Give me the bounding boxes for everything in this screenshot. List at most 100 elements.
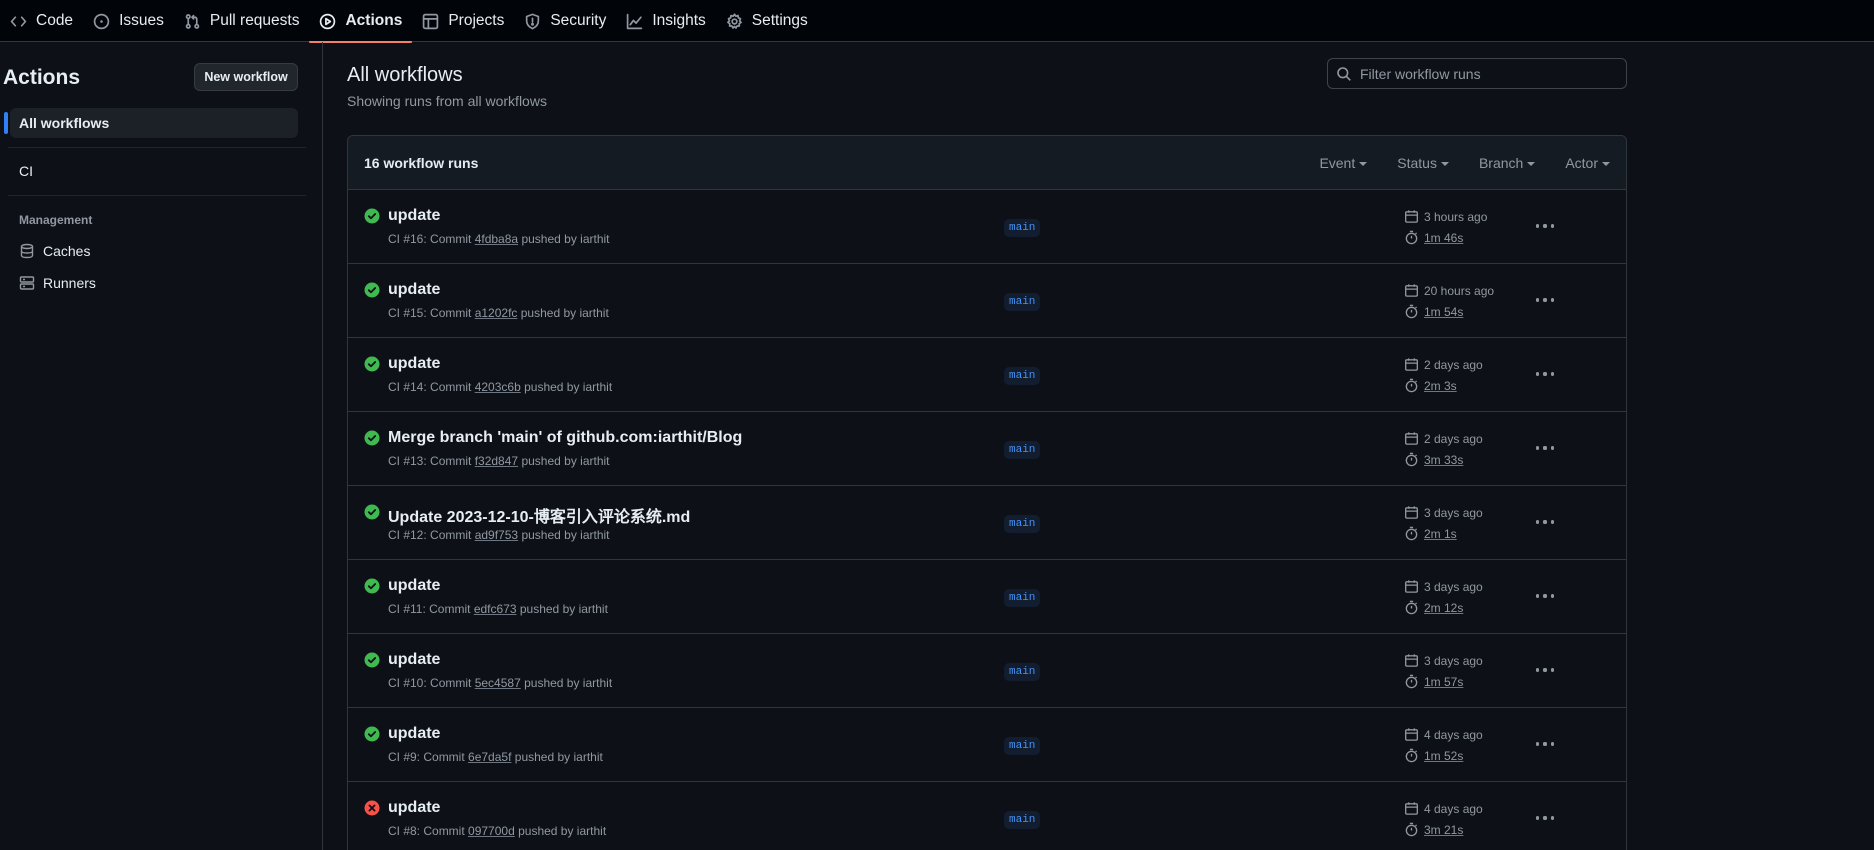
shield-icon [526, 13, 540, 29]
server-icon [19, 276, 35, 290]
kebab-horizontal-icon[interactable] [1534, 735, 1556, 753]
check-circle-fill-icon [364, 726, 380, 742]
run-title-link[interactable]: update [388, 577, 440, 595]
sidebar-item-runners[interactable]: Runners [10, 268, 298, 298]
run-timestamp: 4 days ago [1404, 727, 1483, 742]
tab-pull-requests[interactable]: Pull requests [174, 0, 310, 42]
run-timestamp: 3 hours ago [1404, 209, 1487, 224]
commit-sha-link[interactable]: 4203c6b [475, 380, 521, 394]
workflow-run-row[interactable]: Merge branch 'main' of github.com:iarthi… [348, 412, 1626, 486]
kebab-horizontal-icon[interactable] [1534, 439, 1556, 457]
sidebar-item-all-workflows[interactable]: All workflows [4, 108, 298, 138]
run-title-link[interactable]: update [388, 281, 440, 299]
workflow-run-row[interactable]: Update 2023-12-10-博客引入评论系统.md CI #12: Co… [348, 486, 1626, 560]
stopwatch-icon [1405, 600, 1418, 615]
run-duration-value: 1m 57s [1424, 674, 1464, 689]
run-timestamp: 20 hours ago [1404, 283, 1494, 298]
kebab-horizontal-icon[interactable] [1534, 661, 1556, 679]
run-pushed-by: pushed by iarthit [520, 306, 609, 320]
run-title-link[interactable]: update [388, 725, 440, 743]
run-title-link[interactable]: update [388, 207, 440, 225]
tab-insights[interactable]: Insights [616, 0, 715, 42]
branch-label[interactable]: main [1004, 663, 1041, 681]
workflow-run-row[interactable]: update CI #8: Commit 097700d pushed by i… [348, 782, 1626, 850]
tab-security-label: Security [550, 12, 607, 29]
check-circle-fill-icon [364, 578, 380, 594]
sidebar-item-ci[interactable]: CI [10, 156, 298, 186]
kebab-horizontal-icon[interactable] [1534, 513, 1556, 531]
tab-actions[interactable]: Actions [309, 0, 413, 43]
run-timestamp: 3 days ago [1404, 579, 1483, 594]
workflow-run-row[interactable]: update CI #9: Commit 6e7da5f pushed by i… [348, 708, 1626, 782]
calendar-icon [1405, 358, 1418, 371]
workflow-run-row[interactable]: update CI #11: Commit edfc673 pushed by … [348, 560, 1626, 634]
commit-sha-link[interactable]: 4fdba8a [475, 232, 518, 246]
actor-filter-dropdown[interactable]: Actor [1565, 155, 1610, 171]
branch-label[interactable]: main [1004, 219, 1041, 237]
run-title-link[interactable]: update [388, 355, 440, 373]
branch-label[interactable]: main [1004, 811, 1041, 829]
branch-label[interactable]: main [1004, 441, 1041, 459]
workflow-run-row[interactable]: update CI #15: Commit a1202fc pushed by … [348, 264, 1626, 338]
run-duration-value: 1m 52s [1424, 748, 1464, 763]
workflow-runs-list: 16 workflow runs Event Status Branch Act… [347, 135, 1627, 850]
kebab-horizontal-icon[interactable] [1534, 365, 1556, 383]
commit-sha-link[interactable]: ad9f753 [475, 528, 518, 542]
filter-input[interactable] [1360, 65, 1620, 82]
branch-label[interactable]: main [1004, 293, 1041, 311]
kebab-horizontal-icon[interactable] [1534, 291, 1556, 309]
filter-label: Event [1319, 155, 1356, 171]
branch-filter-dropdown[interactable]: Branch [1479, 155, 1536, 171]
tab-security[interactable]: Security [514, 0, 616, 42]
event-filter-dropdown[interactable]: Event [1319, 155, 1368, 171]
calendar-icon [1405, 210, 1418, 223]
run-pushed-by: pushed by iarthit [521, 232, 610, 246]
new-workflow-button[interactable]: New workflow [194, 63, 298, 91]
run-duration-value: 2m 3s [1424, 378, 1457, 393]
run-duration: 3m 33s [1404, 452, 1463, 467]
run-duration: 1m 46s [1404, 230, 1463, 245]
run-meta: CI #16: Commit 4fdba8a pushed by iarthit [388, 232, 610, 246]
branch-label[interactable]: main [1004, 367, 1041, 385]
stopwatch-icon [1405, 452, 1418, 467]
run-duration-value: 2m 1s [1424, 526, 1457, 541]
kebab-horizontal-icon[interactable] [1534, 809, 1556, 827]
status-filter-dropdown[interactable]: Status [1397, 155, 1449, 171]
commit-sha-link[interactable]: 5ec4587 [475, 676, 521, 690]
run-duration: 2m 12s [1404, 600, 1463, 615]
tab-settings[interactable]: Settings [716, 0, 818, 42]
workflow-run-row[interactable]: update CI #10: Commit 5ec4587 pushed by … [348, 634, 1626, 708]
kebab-horizontal-icon[interactable] [1534, 217, 1556, 235]
workflow-run-row[interactable]: update CI #16: Commit 4fdba8a pushed by … [348, 190, 1626, 264]
tab-projects[interactable]: Projects [412, 0, 514, 42]
run-title-link[interactable]: update [388, 799, 440, 817]
commit-sha-link[interactable]: edfc673 [474, 602, 517, 616]
commit-sha-link[interactable]: 6e7da5f [468, 750, 511, 764]
commit-sha-link[interactable]: f32d847 [475, 454, 518, 468]
run-when: 2 days ago [1424, 431, 1483, 446]
workflow-run-row[interactable]: update CI #14: Commit 4203c6b pushed by … [348, 338, 1626, 412]
branch-label[interactable]: main [1004, 737, 1041, 755]
sidebar-item-caches[interactable]: Caches [10, 236, 298, 266]
tab-issues[interactable]: Issues [83, 0, 174, 42]
commit-sha-link[interactable]: a1202fc [475, 306, 518, 320]
commit-sha-link[interactable]: 097700d [468, 824, 515, 838]
run-when: 4 days ago [1424, 727, 1483, 742]
sidebar-item-label: All workflows [19, 115, 110, 131]
management-heading: Management [19, 213, 93, 227]
run-meta: CI #13: Commit f32d847 pushed by iarthit [388, 454, 610, 468]
calendar-icon [1405, 284, 1418, 297]
run-meta: CI #11: Commit edfc673 pushed by iarthit [388, 602, 608, 616]
kebab-horizontal-icon[interactable] [1534, 587, 1556, 605]
run-title-link[interactable]: Update 2023-12-10-博客引入评论系统.md [388, 503, 690, 527]
filter-workflow-runs[interactable] [1327, 58, 1627, 89]
run-title-link[interactable]: update [388, 651, 440, 669]
tab-code[interactable]: Code [0, 0, 83, 42]
stopwatch-icon [1405, 230, 1418, 245]
runs-filters: Event Status Branch Actor [1319, 136, 1610, 190]
run-when: 3 days ago [1424, 653, 1483, 668]
branch-label[interactable]: main [1004, 589, 1041, 607]
branch-label[interactable]: main [1004, 515, 1041, 533]
run-title-link[interactable]: Merge branch 'main' of github.com:iarthi… [388, 429, 742, 447]
play-icon [320, 13, 336, 29]
